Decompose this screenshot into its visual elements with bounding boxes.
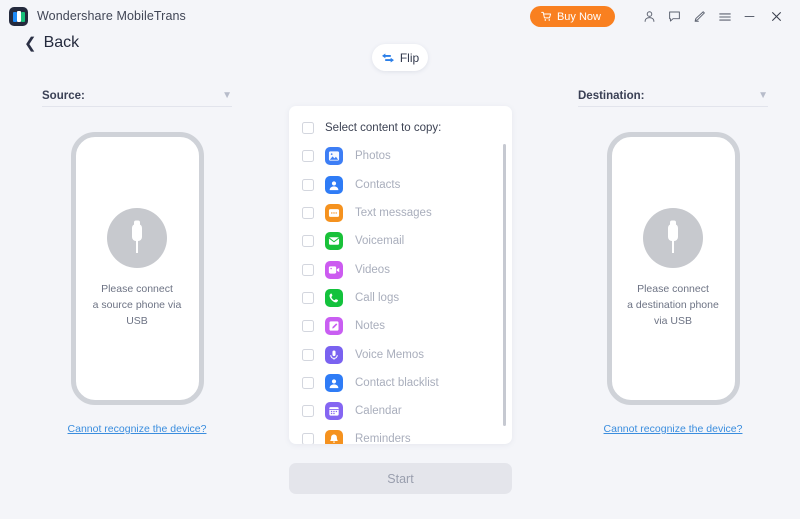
buy-now-label: Buy Now	[556, 10, 601, 23]
content-selection-panel: Select content to copy: Photos Contacts Te…	[289, 106, 512, 444]
menu-icon[interactable]	[714, 6, 735, 27]
content-item-label: Text messages	[355, 207, 432, 220]
source-panel: Source: ▼ Please connect a source phone …	[42, 85, 232, 435]
content-item-label: Notes	[355, 320, 386, 333]
videos-icon	[325, 260, 343, 279]
content-list-scrollbar[interactable]	[503, 144, 506, 426]
content-item-checkbox[interactable]	[302, 150, 314, 163]
destination-select[interactable]: Destination: ▼	[578, 85, 768, 107]
content-item-checkbox[interactable]	[302, 348, 314, 361]
destination-label: Destination:	[578, 90, 645, 102]
content-item-checkbox[interactable]	[302, 291, 314, 304]
content-item-label: Contacts	[355, 178, 401, 191]
content-item-label: Reminders	[355, 433, 411, 444]
back-button[interactable]: ❮ Back	[24, 34, 79, 52]
source-phone-placeholder: Please connect a source phone via USB	[70, 132, 204, 405]
edit-icon[interactable]	[689, 6, 710, 27]
chevron-down-icon: ▼	[758, 90, 768, 101]
content-item-label: Voice Memos	[355, 348, 425, 361]
voicemail-icon	[325, 232, 343, 251]
feedback-icon[interactable]	[664, 6, 685, 27]
flip-label: Flip	[399, 50, 420, 65]
content-item-contacts[interactable]: Contacts	[289, 171, 512, 199]
content-item-checkbox[interactable]	[302, 320, 314, 333]
content-item-checkbox[interactable]	[302, 263, 314, 276]
destination-phone-placeholder: Please connect a destination phone via U…	[606, 132, 740, 405]
source-phone-message: Please connect a source phone via USB	[92, 282, 182, 328]
content-item-text-messages[interactable]: Text messages	[289, 199, 512, 227]
select-all-checkbox[interactable]	[302, 122, 314, 135]
select-all-label: Select content to copy:	[325, 122, 442, 135]
app-window: Wondershare MobileTrans Buy Now ❮ Back F…	[0, 0, 800, 519]
content-item-calendar[interactable]: Calendar	[289, 397, 512, 425]
start-button[interactable]: Start	[289, 463, 512, 494]
content-item-label: Calendar	[355, 405, 402, 418]
reminders-icon	[325, 430, 343, 444]
content-item-checkbox[interactable]	[302, 235, 314, 248]
contacts-icon	[325, 175, 343, 194]
close-icon[interactable]	[766, 6, 787, 27]
chevron-down-icon: ▼	[222, 90, 232, 101]
content-item-contact-blacklist[interactable]: Contact blacklist	[289, 369, 512, 397]
source-label: Source:	[42, 90, 85, 102]
source-help-link[interactable]: Cannot recognize the device?	[42, 423, 232, 435]
content-item-videos[interactable]: Videos	[289, 255, 512, 283]
content-item-photos[interactable]: Photos	[289, 142, 512, 170]
chevron-left-icon: ❮	[24, 34, 37, 52]
content-item-call-logs[interactable]: Call logs	[289, 284, 512, 312]
title-bar: Wondershare MobileTrans Buy Now	[0, 0, 800, 33]
app-logo-icon	[9, 7, 28, 26]
content-item-checkbox[interactable]	[302, 178, 314, 191]
content-item-voicemail[interactable]: Voicemail	[289, 227, 512, 255]
content-item-label: Call logs	[355, 291, 400, 304]
content-item-checkbox[interactable]	[302, 376, 314, 389]
content-item-notes[interactable]: Notes	[289, 312, 512, 340]
content-item-checkbox[interactable]	[302, 405, 314, 418]
flip-button[interactable]: Flip	[372, 44, 428, 71]
buy-now-button[interactable]: Buy Now	[529, 6, 615, 27]
content-item-checkbox[interactable]	[302, 433, 314, 444]
text-messages-icon	[325, 204, 343, 223]
back-label: Back	[43, 34, 80, 51]
app-title: Wondershare MobileTrans	[37, 9, 186, 23]
usb-connector-icon	[107, 207, 167, 268]
source-select[interactable]: Source: ▼	[42, 85, 232, 107]
content-item-label: Photos	[355, 150, 391, 163]
usb-connector-icon	[643, 207, 703, 268]
content-list: Select content to copy: Photos Contacts Te…	[289, 106, 512, 444]
content-item-label: Contact blacklist	[355, 376, 439, 389]
minimize-icon[interactable]	[739, 6, 760, 27]
photos-icon	[325, 147, 343, 166]
contact-blacklist-icon	[325, 373, 343, 392]
content-item-reminders[interactable]: Reminders	[289, 425, 512, 444]
content-item-checkbox[interactable]	[302, 207, 314, 220]
select-all-row[interactable]: Select content to copy:	[289, 114, 512, 142]
voice-memos-icon	[325, 345, 343, 364]
calendar-icon	[325, 402, 343, 421]
content-item-label: Voicemail	[355, 235, 405, 248]
destination-panel: Destination: ▼ Please connect a destinat…	[578, 85, 768, 435]
account-icon[interactable]	[639, 6, 660, 27]
flip-arrows-icon	[381, 52, 394, 63]
content-item-voice-memos[interactable]: Voice Memos	[289, 340, 512, 368]
notes-icon	[325, 317, 343, 336]
cart-icon	[541, 11, 552, 21]
call-logs-icon	[325, 288, 343, 307]
destination-help-link[interactable]: Cannot recognize the device?	[578, 423, 768, 435]
destination-phone-message: Please connect a destination phone via U…	[627, 282, 719, 328]
content-item-label: Videos	[355, 263, 390, 276]
